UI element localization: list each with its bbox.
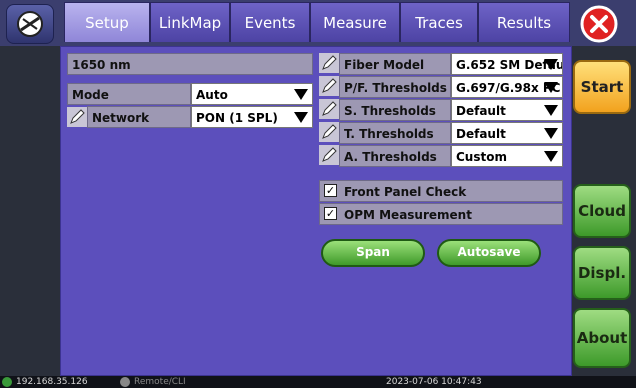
front-panel-check-label: Front Panel Check — [344, 185, 467, 199]
dropdown-arrow-icon — [544, 105, 558, 116]
dropdown-arrow-icon — [544, 151, 558, 162]
network-value: PON (1 SPL) — [196, 111, 278, 125]
pf-thresholds-select[interactable]: G.697/G.98x PC — [451, 76, 563, 98]
t-thresholds-value: Default — [456, 127, 506, 141]
tab-measure[interactable]: Measure — [310, 2, 400, 42]
dropdown-arrow-icon — [544, 82, 558, 93]
mode-label: Mode — [67, 83, 191, 105]
remote-icon — [120, 377, 130, 387]
dropdown-arrow-icon — [294, 89, 308, 100]
pencil-icon[interactable] — [319, 53, 339, 73]
pencil-icon[interactable] — [319, 76, 339, 96]
a-thresholds-label: A. Thresholds — [339, 145, 451, 167]
start-button[interactable]: Start — [573, 60, 631, 114]
home-button[interactable] — [6, 4, 54, 44]
pencil-icon[interactable] — [319, 122, 339, 142]
network-label: Network — [87, 106, 191, 128]
mode-select[interactable]: Auto — [191, 83, 313, 105]
s-thresholds-select[interactable]: Default — [451, 99, 563, 121]
a-thresholds-value: Custom — [456, 150, 507, 164]
front-panel-checkbox-icon[interactable]: ✓ — [324, 184, 337, 197]
setup-panel: 1650 nm Mode Auto Network PON (1 SPL) Fi… — [60, 46, 572, 376]
tab-events[interactable]: Events — [230, 2, 310, 42]
status-bar: 192.168.35.126 Remote/CLI 2023-07-06 10:… — [0, 376, 636, 388]
pf-thresholds-label: P/F. Thresholds — [339, 76, 451, 98]
tab-setup[interactable]: Setup — [64, 2, 150, 42]
span-button[interactable]: Span — [321, 239, 425, 267]
top-tab-bar: Setup LinkMap Events Measure Traces Resu… — [0, 0, 636, 46]
dropdown-arrow-icon — [544, 128, 558, 139]
ip-address: 192.168.35.126 — [16, 377, 88, 387]
s-thresholds-value: Default — [456, 104, 506, 118]
dropdown-arrow-icon — [294, 112, 308, 123]
s-thresholds-label: S. Thresholds — [339, 99, 451, 121]
t-thresholds-select[interactable]: Default — [451, 122, 563, 144]
datetime: 2023-07-06 10:47:43 — [386, 377, 482, 387]
tab-traces[interactable]: Traces — [400, 2, 478, 42]
opm-measurement-checkbox-icon[interactable]: ✓ — [324, 207, 337, 220]
remote-cli-status: Remote/CLI — [134, 377, 186, 387]
close-icon — [580, 5, 618, 43]
opm-measurement-row[interactable]: OPM Measurement — [319, 203, 563, 225]
fiber-model-select[interactable]: G.652 SM Defau — [451, 53, 563, 75]
front-panel-check-row[interactable]: Front Panel Check — [319, 180, 563, 202]
network-select[interactable]: PON (1 SPL) — [191, 106, 313, 128]
close-button[interactable] — [570, 4, 628, 44]
tab-results[interactable]: Results — [478, 2, 570, 42]
network-status-icon — [2, 377, 12, 387]
tab-linkmap[interactable]: LinkMap — [150, 2, 230, 42]
pencil-icon[interactable] — [319, 99, 339, 119]
home-icon — [17, 11, 43, 37]
mode-value: Auto — [196, 88, 228, 102]
dropdown-arrow-icon — [544, 59, 558, 70]
pencil-icon[interactable] — [67, 107, 87, 127]
opm-measurement-label: OPM Measurement — [344, 208, 472, 222]
a-thresholds-select[interactable]: Custom — [451, 145, 563, 167]
autosave-button[interactable]: Autosave — [437, 239, 541, 267]
displ-button[interactable]: Displ. — [573, 246, 631, 300]
t-thresholds-label: T. Thresholds — [339, 122, 451, 144]
pencil-icon[interactable] — [319, 145, 339, 165]
about-button[interactable]: About — [573, 308, 631, 368]
fiber-model-label: Fiber Model — [339, 53, 451, 75]
cloud-button[interactable]: Cloud — [573, 184, 631, 238]
wavelength-label: 1650 nm — [67, 53, 313, 75]
